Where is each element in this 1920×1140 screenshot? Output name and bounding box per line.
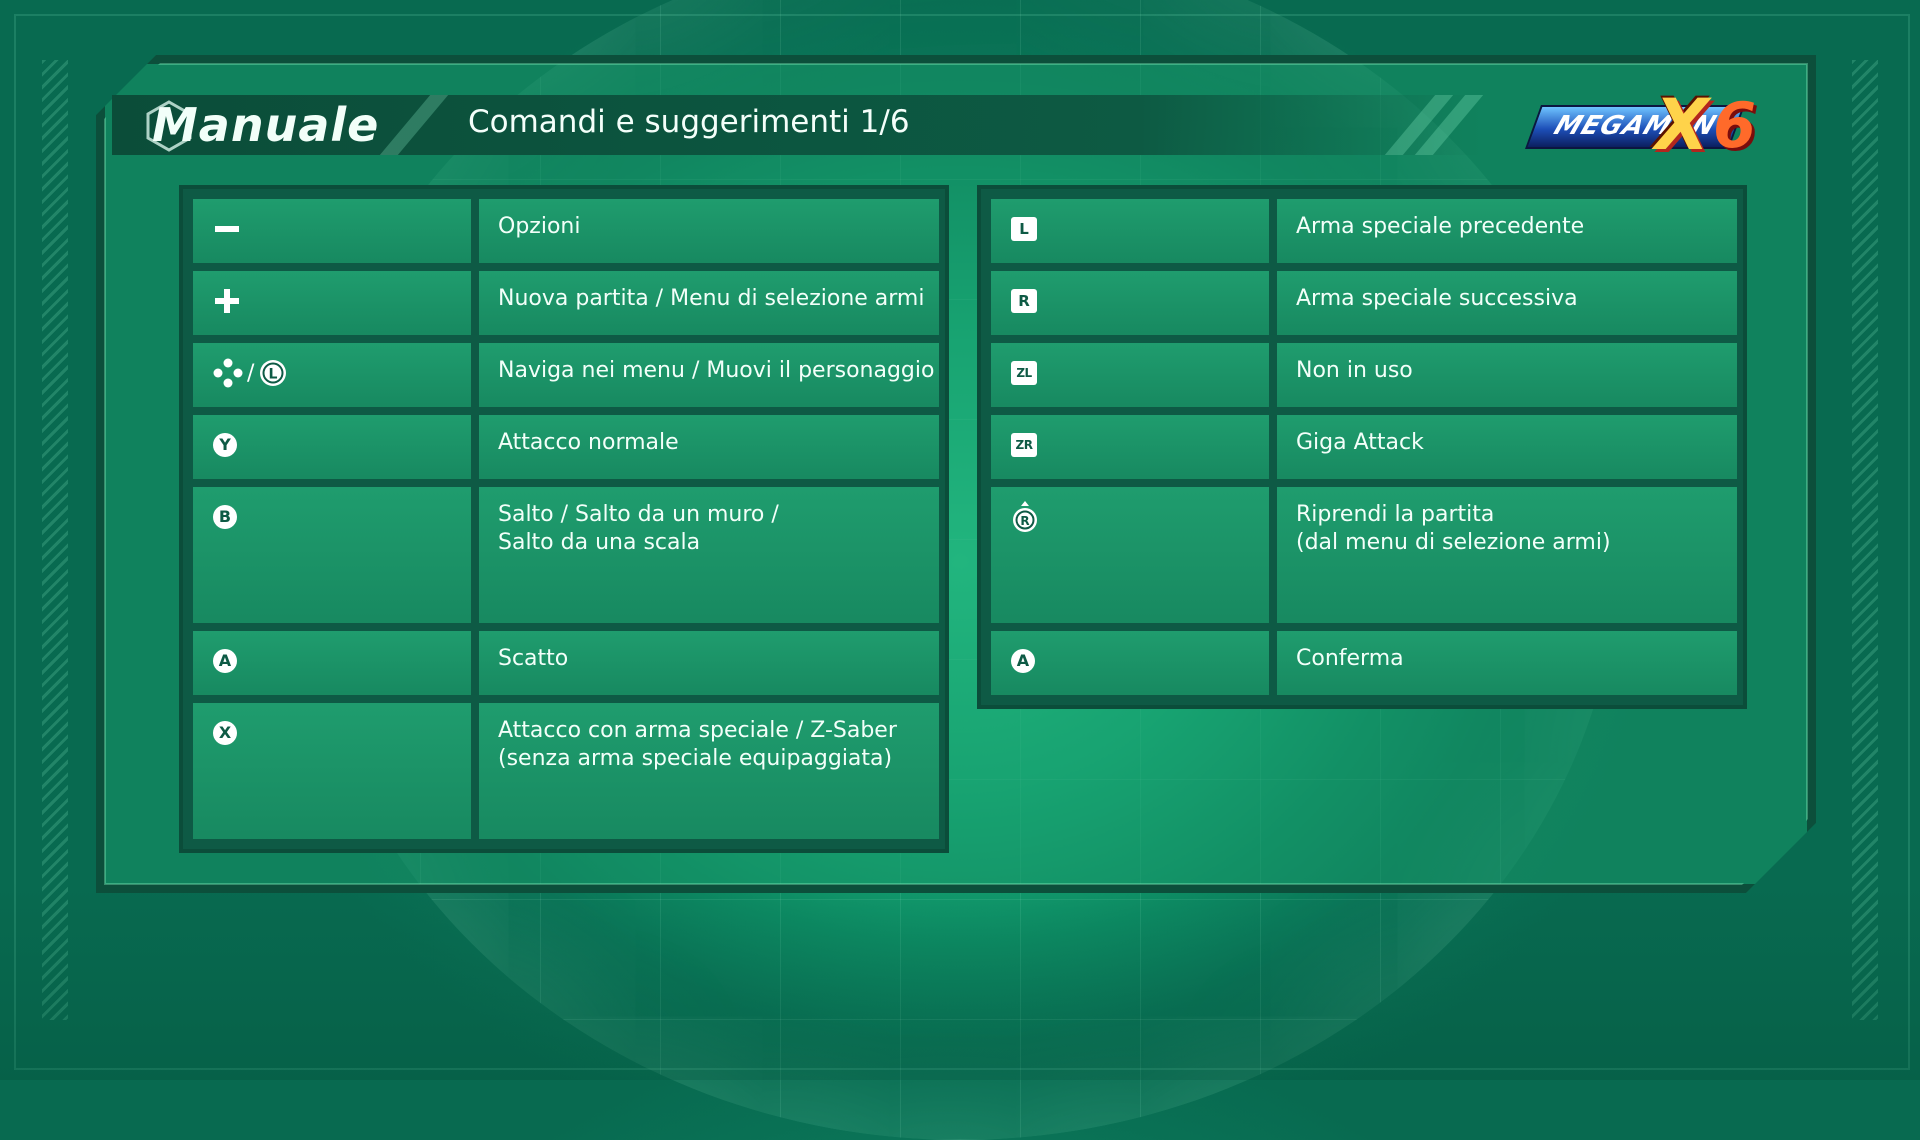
key-cell: A <box>193 631 471 695</box>
b-button-icon: B <box>213 505 237 529</box>
control-description: Scatto <box>498 646 569 671</box>
dpad-icon <box>213 358 243 388</box>
svg-text:L: L <box>269 367 278 383</box>
control-description: Salto / Salto da un muro / Salto da una … <box>498 502 779 555</box>
control-description: Riprendi la partita (dal menu di selezio… <box>1296 502 1611 555</box>
description-cell: Attacco normale <box>479 415 939 479</box>
key-cell: R <box>991 271 1269 335</box>
controls-table-left: Opzioni Nuova partita / Menu di selezion… <box>179 185 949 853</box>
control-description: Attacco normale <box>498 430 679 455</box>
plus-button-icon <box>215 289 239 313</box>
logo-megaman-text: MEGAMAN <box>1524 105 1746 149</box>
key-cell <box>193 199 471 263</box>
manual-title: Manuale <box>152 98 380 152</box>
x-button-icon: X <box>213 721 237 745</box>
bottom-glow <box>0 880 1920 1080</box>
description-cell: Arma speciale successiva <box>1277 271 1737 335</box>
page-title: Comandi e suggerimenti 1/6 <box>468 104 910 140</box>
zr-button-icon: ZR <box>1011 433 1037 457</box>
controls-table-right: L Arma speciale precedente R Arma specia… <box>977 185 1747 709</box>
svg-text:R: R <box>1020 514 1029 528</box>
logo-x-text: X <box>1655 84 1709 166</box>
control-description: Giga Attack <box>1296 430 1424 455</box>
a-button-icon: A <box>1011 649 1035 673</box>
key-cell: R <box>991 487 1269 623</box>
description-cell: Naviga nei menu / Muovi il personaggio <box>479 343 939 407</box>
control-description: Non in uso <box>1296 358 1413 383</box>
y-button-icon: Y <box>213 433 237 457</box>
key-cell: X <box>193 703 471 839</box>
description-cell: Non in uso <box>1277 343 1737 407</box>
description-cell: Conferma <box>1277 631 1737 695</box>
description-cell: Attacco con arma speciale / Z-Saber (sen… <box>479 703 939 839</box>
logo-six-text: 6 <box>1713 89 1757 162</box>
r-button-icon: R <box>1011 289 1037 313</box>
left-stick-icon: L <box>260 360 287 386</box>
control-description: Conferma <box>1296 646 1404 671</box>
a-button-icon: A <box>213 649 237 673</box>
description-cell: Riprendi la partita (dal menu di selezio… <box>1277 487 1737 623</box>
key-cell: ZL <box>991 343 1269 407</box>
key-cell: / L <box>193 343 471 407</box>
control-description: Arma speciale precedente <box>1296 214 1585 239</box>
control-description: Arma speciale successiva <box>1296 286 1578 311</box>
description-cell: Scatto <box>479 631 939 695</box>
zl-button-icon: ZL <box>1011 361 1037 385</box>
key-cell: ZR <box>991 415 1269 479</box>
game-logo: MEGAMAN X 6 <box>1524 84 1783 166</box>
right-stick-press-icon: R <box>1013 501 1037 532</box>
description-cell: Nuova partita / Menu di selezione armi <box>479 271 939 335</box>
key-cell: L <box>991 199 1269 263</box>
left-decoration <box>42 60 68 1020</box>
right-decoration <box>1852 60 1878 1020</box>
key-cell: A <box>991 631 1269 695</box>
control-description: Opzioni <box>498 214 581 239</box>
l-button-icon: L <box>1011 217 1037 241</box>
key-cell: Y <box>193 415 471 479</box>
description-cell: Giga Attack <box>1277 415 1737 479</box>
description-cell: Opzioni <box>479 199 939 263</box>
control-description: Naviga nei menu / Muovi il personaggio <box>498 358 935 383</box>
description-cell: Salto / Salto da un muro / Salto da una … <box>479 487 939 623</box>
control-description: Nuova partita / Menu di selezione armi <box>498 286 925 311</box>
key-cell <box>193 271 471 335</box>
control-description: Attacco con arma speciale / Z-Saber (sen… <box>498 718 897 771</box>
description-cell: Arma speciale precedente <box>1277 199 1737 263</box>
separator-slash: / <box>247 360 255 386</box>
minus-button-icon <box>215 226 239 232</box>
key-cell: B <box>193 487 471 623</box>
